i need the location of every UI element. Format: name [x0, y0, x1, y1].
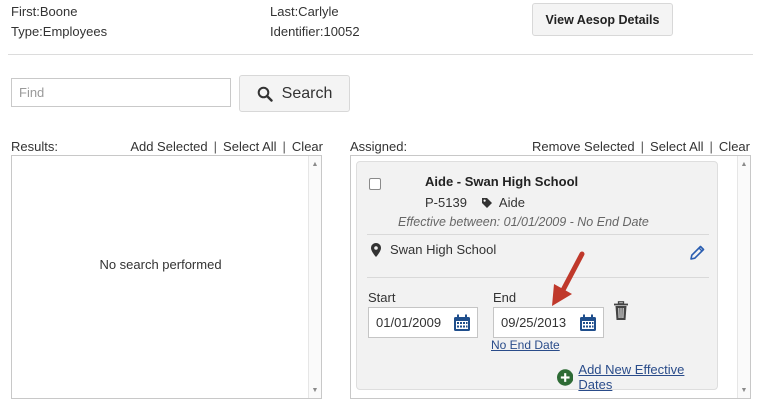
person-type: Type:Employees — [11, 24, 108, 39]
assigned-scrollbar[interactable]: ▲ ▼ — [737, 156, 750, 398]
tag-icon — [481, 197, 492, 208]
search-button-label: Search — [281, 84, 333, 102]
last-name: Last:Carlyle — [270, 4, 339, 19]
scroll-down-icon[interactable]: ▼ — [309, 384, 321, 396]
end-label: End — [493, 290, 517, 305]
no-end-date-link[interactable]: No End Date — [491, 338, 560, 352]
card-divider — [367, 277, 709, 278]
scroll-down-icon[interactable]: ▼ — [738, 384, 750, 396]
results-clear-link[interactable]: Clear — [292, 139, 323, 154]
add-selected-link[interactable]: Add Selected — [130, 139, 207, 154]
results-label: Results: — [11, 139, 58, 154]
effective-dates-text: Effective between: 01/01/2009 - No End D… — [398, 215, 649, 229]
identifier: Identifier:10052 — [270, 24, 360, 39]
remove-selected-link[interactable]: Remove Selected — [532, 139, 635, 154]
find-input[interactable] — [11, 78, 231, 107]
trash-icon[interactable] — [613, 301, 629, 321]
scroll-up-icon[interactable]: ▲ — [309, 158, 321, 170]
position-row: P-5139 Aide — [425, 195, 525, 210]
start-date-field[interactable] — [368, 307, 478, 338]
end-date-field[interactable] — [493, 307, 604, 338]
results-panel[interactable]: No search performed ▲ ▼ — [11, 155, 322, 399]
assigned-label: Assigned: — [350, 139, 408, 154]
add-new-effective-dates-link[interactable]: Add New Effective Dates — [557, 362, 717, 392]
assigned-actions: Remove Selected | Select All | Clear — [532, 139, 750, 154]
search-icon — [257, 86, 273, 102]
location-name: Swan High School — [390, 242, 497, 257]
start-calendar-icon[interactable] — [453, 314, 471, 332]
first-name: First:Boone — [11, 4, 78, 19]
assigned-clear-link[interactable]: Clear — [719, 139, 750, 154]
position-code: P-5139 — [425, 195, 467, 210]
assignment-title: Aide - Swan High School — [425, 174, 579, 189]
assigned-select-all-link[interactable]: Select All — [650, 139, 703, 154]
assignment-card: Aide - Swan High School P-5139 Aide Effe… — [356, 161, 718, 392]
results-scrollbar[interactable]: ▲ ▼ — [308, 156, 321, 398]
plus-circle-icon — [557, 368, 574, 386]
location-pin-icon — [371, 242, 381, 257]
location-row: Swan High School — [371, 242, 496, 257]
assignment-checkbox[interactable] — [369, 178, 381, 190]
scroll-up-icon[interactable]: ▲ — [738, 158, 750, 170]
results-actions: Add Selected | Select All | Clear — [130, 139, 323, 154]
search-button[interactable]: Search — [239, 75, 350, 112]
no-results-message: No search performed — [99, 257, 222, 272]
start-label: Start — [368, 290, 396, 305]
pencil-edit-icon[interactable] — [688, 244, 706, 262]
start-date-input[interactable] — [369, 309, 449, 336]
end-date-input[interactable] — [494, 309, 574, 336]
header-divider — [8, 54, 753, 55]
add-new-effective-dates-label: Add New Effective Dates — [578, 362, 685, 392]
position-tag: Aide — [498, 195, 525, 210]
annotation-arrow-icon — [552, 251, 585, 306]
card-divider — [367, 234, 709, 235]
results-select-all-link[interactable]: Select All — [223, 139, 276, 154]
view-aesop-details-button[interactable]: View Aesop Details — [532, 3, 673, 36]
end-calendar-icon[interactable] — [579, 314, 597, 332]
